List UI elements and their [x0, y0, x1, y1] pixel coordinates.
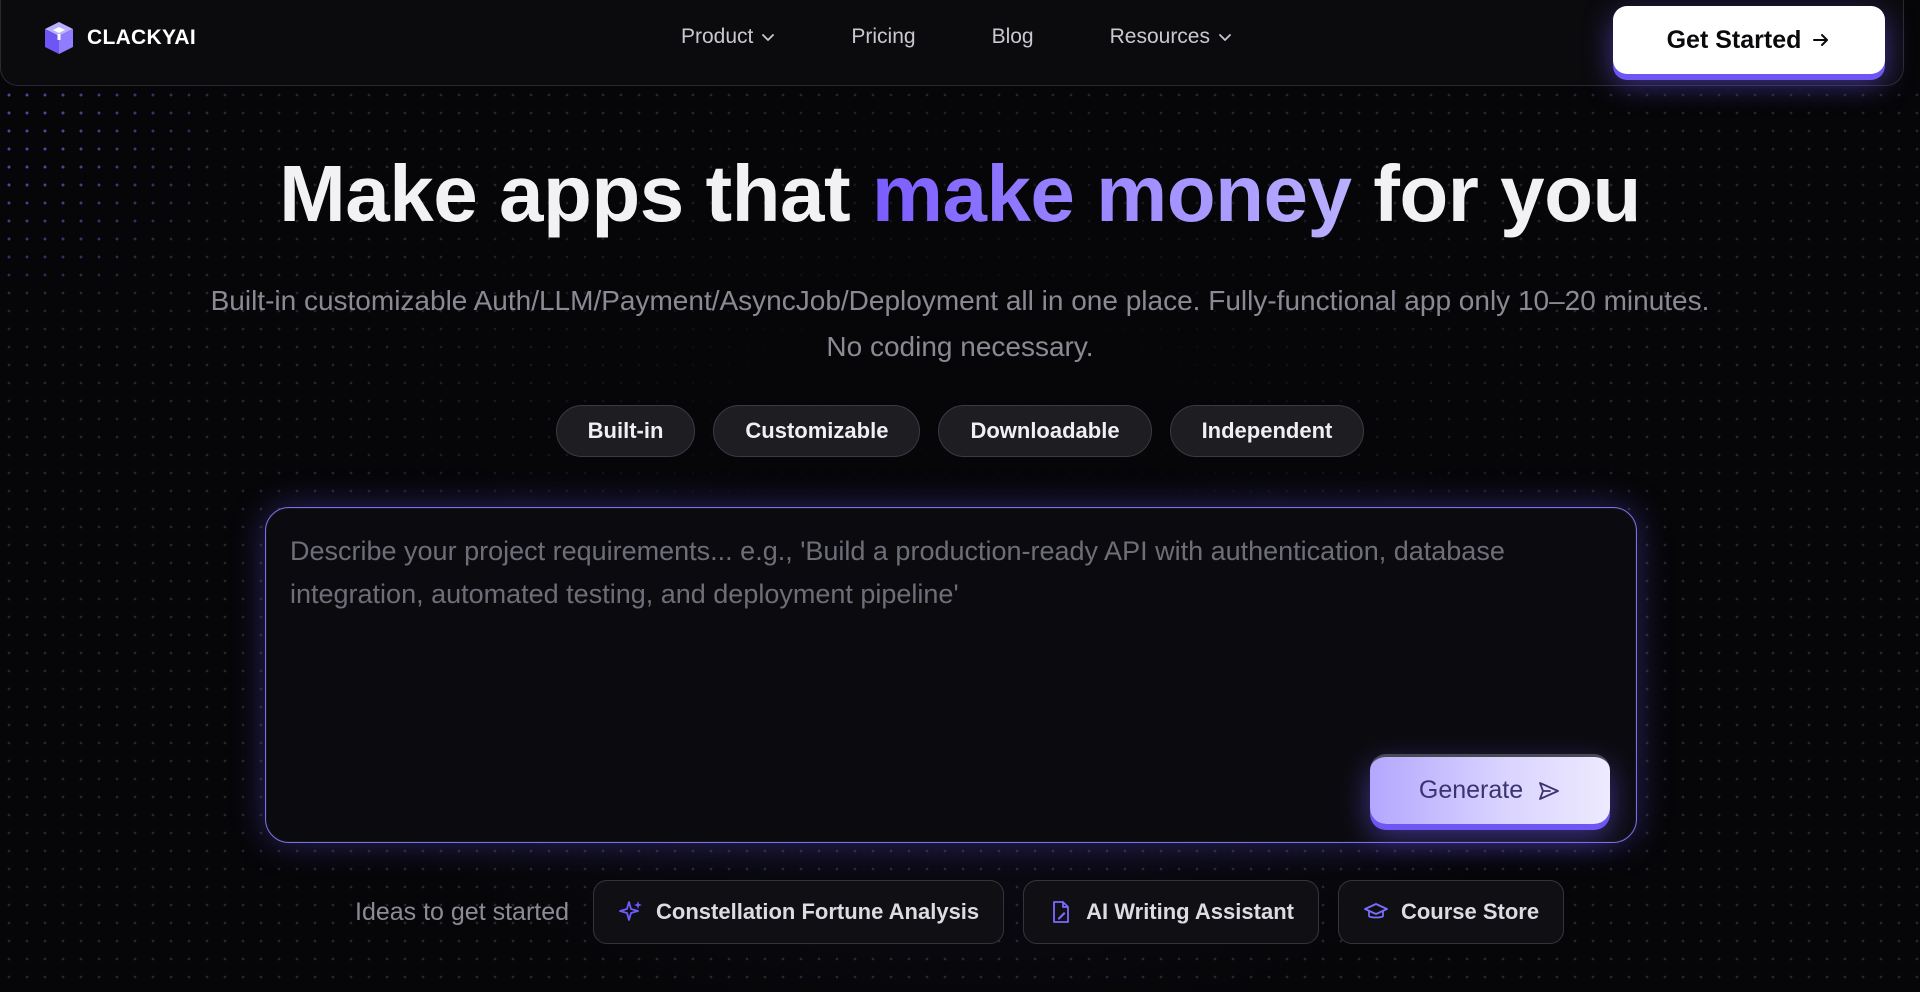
project-description-input[interactable]	[290, 530, 1610, 730]
graduation-cap-icon	[1364, 903, 1388, 919]
nav-links: Product Pricing Blog Resources	[681, 25, 1232, 49]
nav-item-label: Product	[681, 25, 754, 48]
generate-label: Generate	[1418, 776, 1524, 804]
brand-logo[interactable]: CLACKYAI	[41, 20, 196, 56]
ideas-row: Ideas to get started Constellation Fortu…	[355, 880, 1565, 944]
get-started-label: Get Started	[1666, 25, 1802, 54]
hero-title: Make apps that make money for you	[0, 148, 1920, 240]
cube-logo-icon	[45, 22, 73, 54]
nav-item-resources[interactable]: Resources	[1110, 25, 1232, 49]
top-nav: CLACKYAI Product Pricing Blog Resources …	[0, 0, 1904, 86]
nav-item-blog[interactable]: Blog	[992, 25, 1034, 49]
send-icon	[1539, 781, 1560, 800]
arrow-right-icon	[1813, 34, 1829, 46]
idea-label: Constellation Fortune Analysis	[656, 899, 980, 924]
generate-button[interactable]: Generate	[1370, 754, 1610, 824]
ideas-label: Ideas to get started	[355, 897, 570, 926]
nav-item-label: Pricing	[851, 25, 916, 48]
document-pen-icon	[1053, 901, 1070, 923]
hero-title-post: for you	[1351, 149, 1641, 238]
feature-chips: Built-in Customizable Downloadable Indep…	[0, 405, 1920, 457]
idea-label: AI Writing Assistant	[1086, 899, 1294, 924]
nav-item-pricing[interactable]: Pricing	[851, 25, 915, 49]
sparkles-icon	[619, 901, 643, 921]
nav-item-label: Blog	[991, 25, 1034, 48]
hero-title-pre: Make apps that	[279, 149, 872, 238]
nav-item-product[interactable]: Product	[681, 25, 775, 49]
prompt-box: Generate	[265, 507, 1637, 843]
idea-ai-writing-assistant[interactable]: AI Writing Assistant	[1023, 880, 1319, 944]
chip-downloadable: Downloadable	[938, 405, 1152, 457]
idea-label: Course Store	[1400, 899, 1540, 924]
chip-built-in: Built-in	[555, 405, 696, 457]
hero-title-accent: make money	[871, 149, 1352, 238]
get-started-button[interactable]: Get Started	[1613, 6, 1885, 74]
idea-course-store[interactable]: Course Store	[1337, 880, 1565, 944]
nav-item-label: Resources	[1109, 25, 1210, 48]
hero-subtitle: Built-in customizable Auth/LLM/Payment/A…	[210, 285, 1710, 362]
chevron-down-icon	[1219, 34, 1231, 41]
brand-name: CLACKYAI	[87, 26, 196, 49]
chevron-down-icon	[762, 34, 775, 41]
idea-constellation-fortune[interactable]: Constellation Fortune Analysis	[593, 880, 1005, 944]
chip-customizable: Customizable	[713, 405, 921, 457]
chip-independent: Independent	[1169, 405, 1365, 457]
landing-page: CLACKYAI Product Pricing Blog Resources …	[0, 0, 1920, 992]
